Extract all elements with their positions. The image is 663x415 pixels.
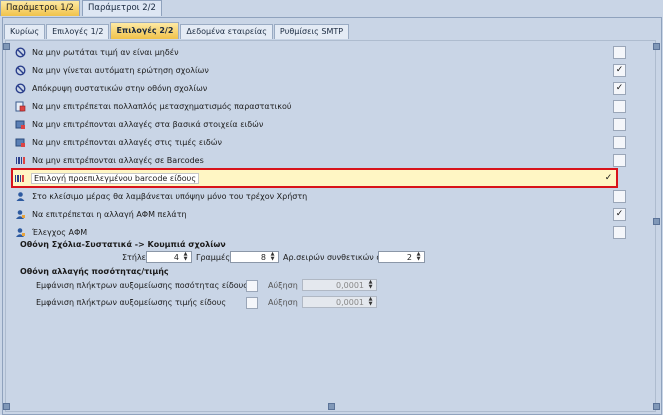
tab-options-1[interactable]: Επιλογές 1/2 xyxy=(46,24,110,39)
item-edit-icon xyxy=(14,118,26,130)
qty-buttons-label: Εμφάνιση πλήκτρων αυξομείωσης ποσότητας … xyxy=(36,281,248,290)
no-entry-icon xyxy=(14,46,26,58)
resize-handle[interactable] xyxy=(653,403,660,410)
option-row: Να μην γίνεται αυτόματη ερώτηση σχολίων … xyxy=(14,61,626,79)
columns-spinner[interactable]: 4 ▲ ▼ xyxy=(146,251,192,263)
top-tab-strip: Παράμετροι 1/2 Παράμετροι 2/2 xyxy=(0,0,164,17)
item-edit-icon xyxy=(14,136,26,148)
spinner-arrows-icon[interactable]: ▲ ▼ xyxy=(181,252,190,262)
option-label: Να μην επιτρέπεται πολλαπλός μετασχηματι… xyxy=(32,101,292,111)
comments-section-title: Οθόνη Σχόλια-Συστατικά -> Κουμπιά σχολίω… xyxy=(20,240,226,249)
tab-parameters-1[interactable]: Παράμετροι 1/2 xyxy=(0,0,80,16)
tab-smtp-settings[interactable]: Ρυθμίσεις SMTP xyxy=(273,24,350,39)
component-rows-spinner[interactable]: 2 ▲ ▼ xyxy=(378,251,425,263)
quantity-section-title: Οθόνη αλλαγής ποσότητας/τιμής xyxy=(20,267,169,276)
price-buttons-checkbox[interactable] xyxy=(246,297,258,309)
option-label: Απόκρυψη συστατικών στην οθόνη σχολίων xyxy=(32,83,208,93)
option-row: Να μην επιτρέπονται αλλαγές στα βασικά σ… xyxy=(14,115,626,133)
resize-handle[interactable] xyxy=(653,218,660,225)
resize-handle[interactable] xyxy=(328,403,335,410)
price-step-label: Αύξηση xyxy=(268,298,298,307)
options-content: Να μην ρωτάται τιμή αν είναι μηδέν Να μη… xyxy=(5,40,656,412)
option-checkbox[interactable] xyxy=(613,45,626,59)
resize-handle[interactable] xyxy=(3,403,10,410)
option-label: Στο κλείσιμο μέρας θα λαμβάνεται υπόψην … xyxy=(32,191,308,201)
option-row-highlighted: Επιλογή προεπιλεγμένου barcode είδους ✓ xyxy=(11,168,618,188)
spinner-arrows-icon[interactable]: ▲ ▼ xyxy=(268,252,277,262)
option-row: Έλεγχος ΑΦΜ xyxy=(14,223,626,241)
no-entry-icon xyxy=(14,64,26,76)
tab-parameters-2[interactable]: Παράμετροι 2/2 xyxy=(81,0,162,16)
option-row: Να μην ρωτάται τιμή αν είναι μηδέν xyxy=(14,43,626,61)
option-row: Να μην επιτρέπονται αλλαγές σε Barcodes xyxy=(14,151,626,169)
rows-value: 8 xyxy=(260,252,266,262)
price-step-spinner[interactable]: 0,0001 ▲ ▼ xyxy=(302,296,377,308)
option-checkbox[interactable]: ✓ xyxy=(613,81,626,95)
resize-handle[interactable] xyxy=(3,43,10,50)
option-label: Να μην γίνεται αυτόματη ερώτηση σχολίων xyxy=(32,65,209,75)
user-edit-icon xyxy=(14,208,26,220)
settings-window: Παράμετροι 1/2 Παράμετροι 2/2 Κυρίως Επι… xyxy=(0,0,663,415)
tab-company-data[interactable]: Δεδομένα εταιρείας xyxy=(180,24,273,39)
option-row: Να επιτρέπεται η αλλαγή ΑΦΜ πελάτη ✓ xyxy=(14,205,626,223)
qty-buttons-checkbox[interactable] xyxy=(246,280,258,292)
option-checkbox[interactable] xyxy=(613,135,626,149)
tab-main[interactable]: Κυρίως xyxy=(4,24,46,39)
option-checkbox[interactable]: ✓ xyxy=(613,207,626,221)
option-label: Να μην επιτρέπονται αλλαγές σε Barcodes xyxy=(32,155,204,165)
option-checkbox[interactable]: ✓ xyxy=(603,173,614,184)
option-row: Να μην επιτρέπονται αλλαγές στις τιμές ε… xyxy=(14,133,626,151)
option-label: Επιλογή προεπιλεγμένου barcode είδους xyxy=(31,172,200,184)
option-row: Να μην επιτρέπεται πολλαπλός μετασχηματι… xyxy=(14,97,626,115)
option-row: Απόκρυψη συστατικών στην οθόνη σχολίων ✓ xyxy=(14,79,626,97)
user-edit-icon xyxy=(14,226,26,238)
option-label: Να μην ρωτάται τιμή αν είναι μηδέν xyxy=(32,47,179,57)
qty-step-spinner[interactable]: 0,0001 ▲ ▼ xyxy=(302,279,377,291)
resize-handle[interactable] xyxy=(653,43,660,50)
no-entry-icon xyxy=(14,82,26,94)
rows-label: Γραμμές xyxy=(196,253,231,262)
component-rows-value: 2 xyxy=(406,252,412,262)
spinner-arrows-icon[interactable]: ▲ ▼ xyxy=(366,280,375,290)
user-icon xyxy=(14,190,26,202)
option-label: Να μην επιτρέπονται αλλαγές στα βασικά σ… xyxy=(32,119,264,129)
barcode-icon xyxy=(13,172,25,184)
tab-options-2[interactable]: Επιλογές 2/2 xyxy=(110,22,180,39)
barcode-icon xyxy=(14,154,26,166)
spinner-arrows-icon[interactable]: ▲ ▼ xyxy=(366,297,375,307)
option-label: Να επιτρέπεται η αλλαγή ΑΦΜ πελάτη xyxy=(32,209,187,219)
document-icon xyxy=(14,100,26,112)
price-buttons-label: Εμφάνιση πλήκτρων αυξομείωσης τιμής είδο… xyxy=(36,298,227,307)
option-checkbox[interactable] xyxy=(613,225,626,239)
sub-tab-strip: Κυρίως Επιλογές 1/2 Επιλογές 2/2 Δεδομέν… xyxy=(4,22,350,40)
rows-spinner[interactable]: 8 ▲ ▼ xyxy=(230,251,279,263)
columns-value: 4 xyxy=(173,252,179,262)
option-label: Έλεγχος ΑΦΜ xyxy=(32,227,88,237)
option-checkbox[interactable] xyxy=(613,153,626,167)
qty-step-label: Αύξηση xyxy=(268,281,298,290)
option-checkbox[interactable] xyxy=(613,99,626,113)
spinner-arrows-icon[interactable]: ▲ ▼ xyxy=(414,252,423,262)
option-row: Στο κλείσιμο μέρας θα λαμβάνεται υπόψην … xyxy=(14,187,626,205)
qty-step-value: 0,0001 xyxy=(336,280,364,290)
option-checkbox[interactable] xyxy=(613,189,626,203)
price-step-value: 0,0001 xyxy=(336,297,364,307)
option-checkbox[interactable] xyxy=(613,117,626,131)
option-label: Να μην επιτρέπονται αλλαγές στις τιμές ε… xyxy=(32,137,222,147)
option-checkbox[interactable]: ✓ xyxy=(613,63,626,77)
